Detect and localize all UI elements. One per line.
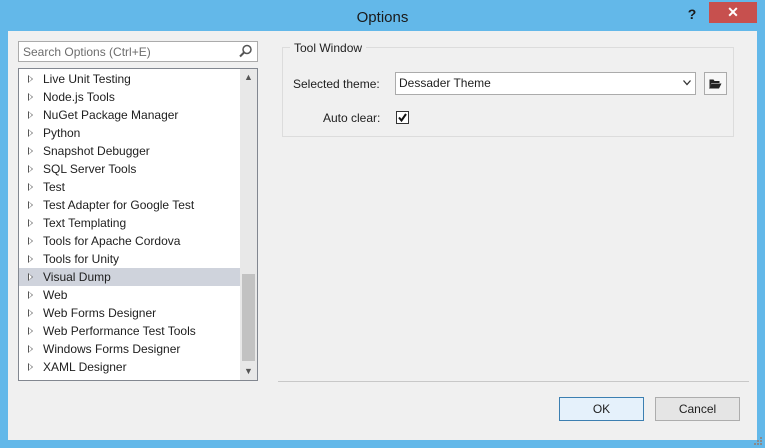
tree-item-label: Web bbox=[43, 288, 68, 302]
tree-item-label: Web Performance Test Tools bbox=[43, 324, 196, 338]
options-dialog: Options ? ✕ XAML Designer Windows Forms D… bbox=[0, 0, 765, 448]
tree-item[interactable]: Tools for Apache Cordova bbox=[19, 232, 241, 250]
close-button[interactable]: ✕ bbox=[709, 2, 757, 23]
expand-arrow-icon[interactable] bbox=[28, 129, 33, 137]
footer-separator bbox=[278, 381, 749, 382]
help-button[interactable]: ? bbox=[682, 4, 702, 24]
tree-item[interactable]: Web Performance Test Tools bbox=[19, 322, 241, 340]
search-icon[interactable] bbox=[239, 44, 253, 58]
theme-label: Selected theme: bbox=[293, 77, 380, 91]
tree-item[interactable]: Windows Forms Designer bbox=[19, 340, 241, 358]
tree-item[interactable]: Node.js Tools bbox=[19, 88, 241, 106]
search-input[interactable] bbox=[21, 43, 235, 60]
group-title: Tool Window bbox=[290, 41, 367, 55]
expand-arrow-icon[interactable] bbox=[28, 345, 33, 353]
resize-grip-icon[interactable] bbox=[753, 436, 763, 446]
browse-folder-button[interactable] bbox=[704, 72, 727, 95]
auto-clear-label: Auto clear: bbox=[323, 111, 381, 125]
tree-item[interactable]: NuGet Package Manager bbox=[19, 106, 241, 124]
tree-scrollbar[interactable]: ▲ ▼ bbox=[240, 69, 257, 380]
tree-item[interactable]: Web bbox=[19, 286, 241, 304]
tree-item-label: Test bbox=[43, 180, 66, 194]
expand-arrow-icon[interactable] bbox=[28, 75, 33, 83]
tree-item[interactable]: Web Forms Designer bbox=[19, 304, 241, 322]
tree-item-label: Tools for Apache Cordova bbox=[43, 234, 181, 248]
scroll-up-icon[interactable]: ▲ bbox=[240, 69, 257, 86]
tree-item-label: Python bbox=[43, 126, 81, 140]
expand-arrow-icon[interactable] bbox=[28, 327, 33, 335]
tree-item-label: Visual Dump bbox=[43, 270, 111, 284]
tree-item-label: SQL Server Tools bbox=[43, 162, 137, 176]
tree-item-label: Windows Forms Designer bbox=[43, 342, 181, 356]
checkmark-icon bbox=[398, 113, 407, 122]
expand-arrow-icon[interactable] bbox=[28, 237, 33, 245]
tree-item-label: Snapshot Debugger bbox=[43, 144, 150, 158]
tree-item-label: Text Templating bbox=[43, 216, 127, 230]
dialog-client-area: XAML Designer Windows Forms Designer Web P… bbox=[8, 31, 757, 440]
tree-item[interactable]: XAML Designer bbox=[19, 358, 241, 376]
expand-arrow-icon[interactable] bbox=[28, 255, 33, 263]
tree-item-label: Tools for Unity bbox=[43, 252, 120, 266]
expand-arrow-icon[interactable] bbox=[28, 201, 33, 209]
tree-item-label: NuGet Package Manager bbox=[43, 108, 179, 122]
expand-arrow-icon[interactable] bbox=[28, 165, 33, 173]
options-tree[interactable]: XAML Designer Windows Forms Designer Web P… bbox=[18, 68, 258, 381]
tree-item-label: Live Unit Testing bbox=[43, 72, 131, 86]
theme-select[interactable]: Dessader Theme bbox=[395, 72, 696, 95]
title-bar[interactable]: Options ? ✕ bbox=[0, 0, 765, 34]
tree-item[interactable]: Test bbox=[19, 178, 241, 196]
tree-item[interactable]: Test Adapter for Google Test bbox=[19, 196, 241, 214]
tree-item[interactable]: Tools for Unity bbox=[19, 250, 241, 268]
tree-item[interactable]: Visual Dump bbox=[19, 268, 241, 286]
tree-item[interactable]: Live Unit Testing bbox=[19, 70, 241, 88]
ok-button[interactable]: OK bbox=[559, 397, 644, 421]
expand-arrow-icon[interactable] bbox=[28, 219, 33, 227]
scroll-down-icon[interactable]: ▼ bbox=[240, 363, 257, 380]
auto-clear-checkbox[interactable] bbox=[396, 111, 409, 124]
expand-arrow-icon[interactable] bbox=[28, 111, 33, 119]
tree-item[interactable]: Snapshot Debugger bbox=[19, 142, 241, 160]
window-title: Options bbox=[356, 9, 409, 26]
expand-arrow-icon[interactable] bbox=[28, 291, 33, 299]
expand-arrow-icon[interactable] bbox=[28, 363, 33, 371]
tree-item[interactable]: Python bbox=[19, 124, 241, 142]
tree-item[interactable]: SQL Server Tools bbox=[19, 160, 241, 178]
expand-arrow-icon[interactable] bbox=[28, 273, 33, 281]
expand-arrow-icon[interactable] bbox=[28, 309, 33, 317]
search-box[interactable] bbox=[18, 41, 258, 62]
cancel-button[interactable]: Cancel bbox=[655, 397, 740, 421]
expand-arrow-icon[interactable] bbox=[28, 183, 33, 191]
theme-value: Dessader Theme bbox=[399, 76, 491, 90]
tree-item[interactable]: Text Templating bbox=[19, 214, 241, 232]
folder-open-icon bbox=[709, 79, 722, 89]
tree-item-label: Test Adapter for Google Test bbox=[43, 198, 195, 212]
tree-item-label: XAML Designer bbox=[43, 360, 127, 374]
expand-arrow-icon[interactable] bbox=[28, 147, 33, 155]
expand-arrow-icon[interactable] bbox=[28, 93, 33, 101]
tree-item-label: Web Forms Designer bbox=[43, 306, 157, 320]
tree-item-label: Node.js Tools bbox=[43, 90, 115, 104]
chevron-down-icon bbox=[683, 80, 691, 86]
scroll-thumb[interactable] bbox=[242, 274, 255, 361]
